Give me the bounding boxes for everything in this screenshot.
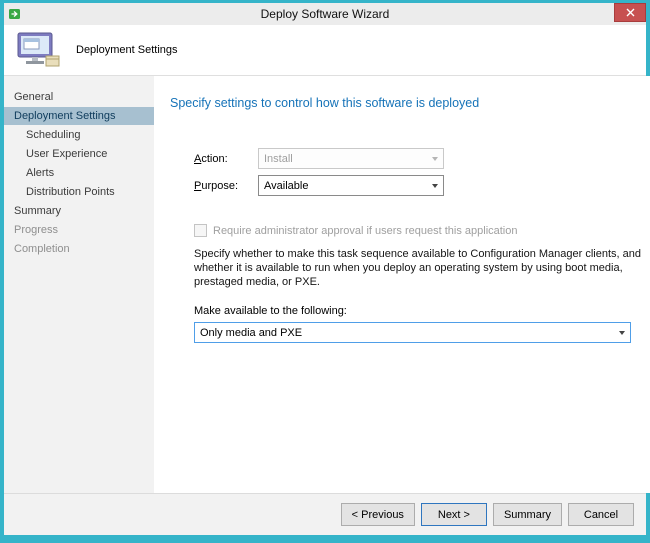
purpose-row: Purpose: Available [194, 175, 642, 196]
cancel-button[interactable]: Cancel [568, 503, 634, 526]
settings-form: Action: Install Purpose: Available [170, 148, 642, 343]
sidebar-item-user-experience[interactable]: User Experience [4, 145, 154, 163]
chevron-down-icon [426, 149, 443, 168]
titlebar: Deploy Software Wizard [4, 3, 646, 25]
deploy-software-wizard-window: Deploy Software Wizard [0, 0, 650, 543]
approval-checkbox-label: Require administrator approval if users … [213, 225, 518, 237]
action-row: Action: Install [194, 148, 642, 169]
wizard-dialog: Deployment Settings General Deployment S… [4, 25, 646, 535]
summary-button[interactable]: Summary [493, 503, 562, 526]
action-value: Install [264, 153, 293, 165]
sidebar-item-progress: Progress [4, 221, 154, 239]
wizard-page-header: Deployment Settings [4, 25, 646, 76]
purpose-label: Purpose: [194, 180, 258, 192]
close-icon [626, 8, 635, 17]
page-title: Deployment Settings [76, 44, 178, 56]
description-text: Specify whether to make this task sequen… [194, 247, 642, 289]
make-available-select[interactable]: Only media and PXE [194, 322, 631, 343]
wizard-button-bar: < Previous Next > Summary Cancel [4, 493, 646, 535]
sidebar-item-summary[interactable]: Summary [4, 202, 154, 220]
software-computer-icon [16, 31, 62, 69]
sidebar-item-completion: Completion [4, 240, 154, 258]
sidebar-item-distribution-points[interactable]: Distribution Points [4, 183, 154, 201]
action-label: Action: [194, 153, 258, 165]
approval-checkbox-row: Require administrator approval if users … [194, 224, 642, 237]
action-select: Install [258, 148, 444, 169]
sidebar-item-scheduling[interactable]: Scheduling [4, 126, 154, 144]
next-button[interactable]: Next > [421, 503, 487, 526]
purpose-select[interactable]: Available [258, 175, 444, 196]
window-title: Deploy Software Wizard [4, 7, 646, 21]
previous-button[interactable]: < Previous [341, 503, 415, 526]
wizard-steps-sidebar: General Deployment Settings Scheduling U… [4, 76, 154, 493]
purpose-value: Available [264, 180, 308, 192]
wizard-body: General Deployment Settings Scheduling U… [4, 76, 646, 493]
page-heading: Specify settings to control how this sof… [170, 96, 642, 110]
wizard-app-icon [8, 7, 22, 21]
sidebar-item-alerts[interactable]: Alerts [4, 164, 154, 182]
make-available-value: Only media and PXE [200, 327, 302, 339]
sidebar-item-deployment-settings[interactable]: Deployment Settings [4, 107, 154, 125]
chevron-down-icon [613, 323, 630, 342]
make-available-label: Make available to the following: [194, 305, 642, 317]
sidebar-item-general[interactable]: General [4, 88, 154, 106]
chevron-down-icon [426, 176, 443, 195]
close-button[interactable] [614, 3, 646, 22]
wizard-page-content: Specify settings to control how this sof… [154, 76, 650, 493]
approval-checkbox [194, 224, 207, 237]
